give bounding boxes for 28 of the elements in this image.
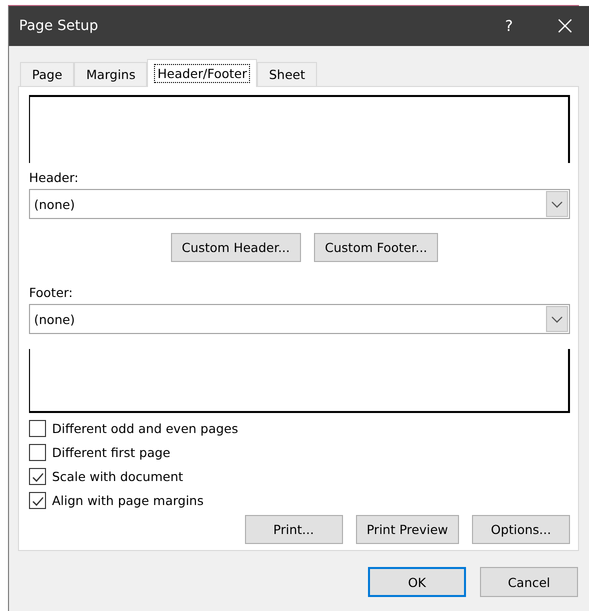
header-dropdown[interactable]: (none) <box>29 189 570 219</box>
checkbox-label: Different odd and even pages <box>52 421 238 436</box>
panel-button[interactable]: Options... <box>472 515 570 544</box>
dialog-button[interactable]: Cancel <box>480 567 578 597</box>
chevron-down-icon <box>551 200 563 208</box>
panel-button[interactable]: Print... <box>244 515 343 544</box>
tab[interactable]: Sheet <box>256 62 318 86</box>
tab[interactable]: Page <box>20 62 74 86</box>
tab[interactable]: Margins <box>74 62 148 86</box>
checkbox-label: Different first page <box>52 445 170 460</box>
panel-button[interactable]: Print Preview <box>356 515 459 544</box>
custom-button[interactable]: Custom Footer... <box>314 233 438 262</box>
help-button[interactable]: ? <box>489 17 529 35</box>
checkbox-label: Align with page margins <box>52 493 204 508</box>
custom-button[interactable]: Custom Header... <box>170 233 301 262</box>
footer-label: Footer: <box>29 285 74 300</box>
header-label: Header: <box>29 170 80 185</box>
close-button[interactable]: × <box>541 11 589 41</box>
checkbox-label: Scale with document <box>52 469 184 484</box>
checkbox[interactable] <box>29 444 46 461</box>
dialog-button[interactable]: OK <box>368 567 466 597</box>
tab[interactable]: Header/Footer <box>147 59 257 87</box>
chevron-down-icon <box>551 316 563 322</box>
window-title: Page Setup <box>18 18 100 34</box>
checkbox[interactable] <box>29 420 46 437</box>
checkbox[interactable] <box>29 492 46 509</box>
footer-dropdown[interactable]: (none) <box>29 304 570 334</box>
checkbox[interactable] <box>29 468 46 485</box>
